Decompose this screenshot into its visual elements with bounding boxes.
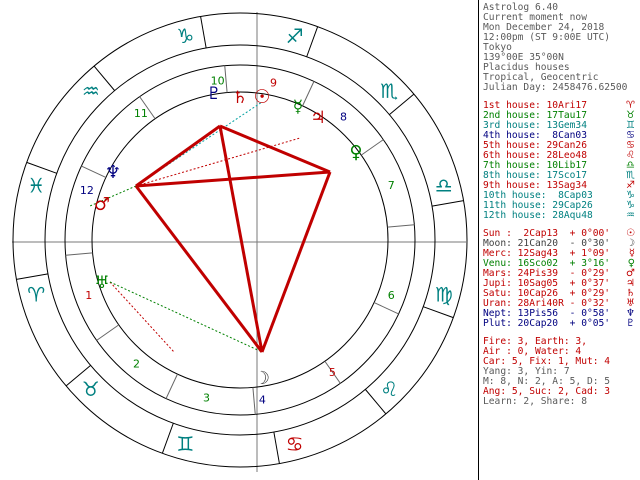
house-number: 6	[388, 289, 395, 302]
house-divider	[387, 224, 415, 228]
house-divider	[165, 373, 178, 399]
house-number: 7	[388, 179, 395, 192]
house-number: 8	[340, 111, 347, 124]
zodiac-sign-icon: ♐	[286, 24, 304, 48]
panel-divider	[478, 0, 479, 480]
aspect-line	[218, 125, 264, 353]
zodiac-sign-icon: ♑	[176, 24, 194, 48]
house-divider	[81, 165, 107, 178]
house-number: 1	[85, 289, 92, 302]
house-number: 2	[133, 357, 140, 370]
house-divider	[224, 65, 228, 93]
zodiac-sign-icon: ♏	[380, 79, 398, 103]
saturn-glyph: ♄	[232, 88, 247, 108]
sign-divider	[200, 16, 207, 49]
sign-divider	[431, 200, 464, 207]
planet-position-text: Plut: 20Cap20 + 0°05'	[483, 318, 611, 329]
julian-day: Julian Day: 2458476.62500	[483, 82, 628, 93]
zodiac-sign-icon: ♉	[82, 377, 100, 401]
learn-share-count: Learn: 2, Share: 8	[483, 396, 587, 407]
zodiac-sign-icon: ♋	[286, 432, 304, 456]
house-divider	[373, 302, 399, 315]
aspect-line	[134, 185, 264, 353]
zodiac-sign-icon: ♒	[82, 79, 100, 103]
aspect-line	[135, 170, 331, 188]
uranus-glyph: ♅	[94, 273, 109, 293]
pluto-glyph: ♇	[206, 84, 221, 104]
sign-divider	[26, 161, 57, 174]
sign-divider	[16, 273, 49, 280]
sign-divider	[306, 26, 319, 57]
sign-divider	[423, 306, 454, 319]
aspect-line	[109, 281, 175, 353]
house-number: 5	[329, 366, 336, 379]
aspect-line	[135, 124, 221, 188]
house-number: 9	[270, 77, 277, 90]
house-number: 4	[259, 393, 266, 406]
zodiac-sign-icon: ♓	[27, 173, 45, 197]
house-number: 3	[203, 391, 210, 404]
house-number: 12	[80, 184, 94, 197]
zodiac-sign-icon: ♍	[435, 283, 453, 307]
sun-glyph: ☉	[253, 86, 270, 108]
aspect-line	[219, 124, 331, 174]
house-divider	[65, 252, 93, 256]
house-divider	[96, 324, 120, 341]
zodiac-sign-icon: ♌	[380, 377, 398, 401]
zodiac-sign-icon: ♎	[435, 173, 453, 197]
aspect-line	[260, 171, 332, 353]
sign-divider	[161, 423, 174, 454]
major-aspects	[134, 124, 332, 353]
moon-glyph: ☽	[254, 368, 270, 389]
house-number: 11	[134, 107, 148, 120]
venus-glyph: ♀	[349, 142, 362, 163]
house-divider	[360, 139, 384, 156]
house-cusp-row: 12th house: 28Aqu48 ♒	[483, 211, 638, 221]
house-cusp-glyph-icon: ♒	[626, 210, 635, 221]
zodiac-sign-icon: ♈	[27, 283, 45, 307]
planet-position-row: Plut: 20Cap20 + 0°05' ♇	[483, 319, 638, 329]
mercury-glyph: ☿	[293, 97, 303, 117]
planet-position-glyph-icon: ♇	[626, 318, 635, 329]
house-divider	[302, 81, 315, 107]
info-panel: Astrolog 6.40 Current moment now Mon Dec…	[483, 3, 638, 479]
chart-wheel: ♈♉♊ ♋♌♍♎♏♐♑♒♓ 123 456789101112 ♀ ☿ ♃ ☉ ♄ ♇…	[12, 12, 468, 472]
house-divider	[252, 387, 256, 415]
neptune-glyph: ♆	[105, 162, 121, 183]
jupiter-glyph: ♃	[310, 108, 325, 128]
planet-position-list: Sun : 2Cap13 + 0°00' ☉ Moon: 21Can20 - 0°3…	[483, 229, 638, 329]
house-cusp-list: 1st house: 10Ari17 ♈ 2nd house: 17Tau17 ♉ 3r…	[483, 101, 638, 221]
sign-divider	[273, 431, 280, 464]
house-numbers: 123 456789101112	[80, 75, 395, 407]
house-cusp-text: 12th house: 28Aqu48	[483, 210, 593, 221]
mars-glyph: ♂	[94, 194, 110, 215]
zodiac-sign-icon: ♊	[176, 432, 194, 456]
minor-aspects	[89, 101, 301, 353]
